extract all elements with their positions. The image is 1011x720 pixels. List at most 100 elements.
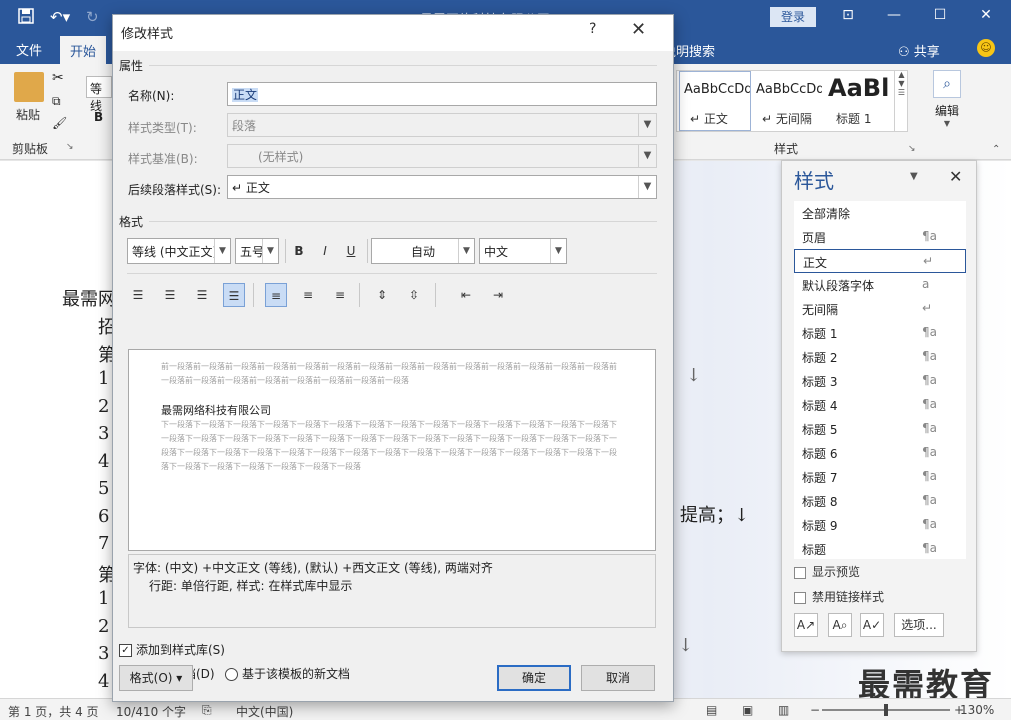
- ribbon-display-icon[interactable]: ⊡: [838, 7, 858, 23]
- help-icon[interactable]: ?: [589, 21, 596, 37]
- tab-file[interactable]: 文件: [16, 40, 42, 59]
- smiley-feedback-icon[interactable]: ☺: [977, 39, 995, 57]
- doc-line-start: 6: [98, 505, 110, 527]
- clipboard-launcher-icon[interactable]: ↘: [66, 142, 74, 152]
- divider: [359, 283, 360, 307]
- font-name-box[interactable]: 等线: [86, 76, 112, 113]
- gallery-style-no-spacing[interactable]: AaBbCcDd ↵ 无间隔: [751, 71, 823, 131]
- based-on-value: (无样式): [258, 150, 304, 164]
- align-center-icon[interactable]: ☰: [159, 283, 181, 307]
- zoom-level[interactable]: 130%: [960, 703, 994, 717]
- copy-icon[interactable]: ⧉: [52, 94, 61, 109]
- style-list-item[interactable]: 标题 5 ¶a: [794, 417, 966, 441]
- bold-button[interactable]: B: [288, 239, 310, 263]
- ok-button[interactable]: 确定: [497, 665, 571, 691]
- edit-group[interactable]: ⌕ 编辑 ▼: [924, 70, 970, 140]
- manage-styles-icon[interactable]: A✓: [860, 613, 884, 637]
- new-docs-template-radio[interactable]: 基于该模板的新文档: [225, 665, 350, 682]
- style-list-item[interactable]: 页眉 ¶a: [794, 225, 966, 249]
- style-list-item[interactable]: 标题 8 ¶a: [794, 489, 966, 513]
- chevron-down-icon[interactable]: ▼: [910, 171, 918, 182]
- gallery-scroll[interactable]: ▲ ▼ ☰: [894, 70, 908, 132]
- align-left-icon[interactable]: ☰: [127, 283, 149, 307]
- styles-launcher-icon[interactable]: ↘: [908, 144, 916, 154]
- paste-icon[interactable]: [14, 72, 44, 102]
- page-count[interactable]: 第 1 页，共 4 页: [8, 703, 99, 720]
- style-list-item[interactable]: 标题 2 ¶a: [794, 345, 966, 369]
- maximize-icon[interactable]: ☐: [930, 7, 950, 23]
- script-select[interactable]: 中文 ▼: [479, 238, 567, 264]
- language-status[interactable]: 中文(中国): [236, 703, 293, 720]
- ribbon-bold-button[interactable]: B: [94, 110, 103, 124]
- zoom-slider-thumb[interactable]: [884, 704, 888, 716]
- web-layout-icon[interactable]: ▥: [778, 703, 789, 717]
- decrease-indent-icon[interactable]: ⇤: [455, 283, 477, 307]
- format-painter-icon[interactable]: 🖌: [52, 116, 67, 130]
- close-window-icon[interactable]: ✕: [976, 7, 996, 23]
- style-list-item[interactable]: 标题 7 ¶a: [794, 465, 966, 489]
- style-list-item[interactable]: 标题 3 ¶a: [794, 369, 966, 393]
- new-style-icon[interactable]: A↗: [794, 613, 818, 637]
- paste-label[interactable]: 粘贴: [16, 106, 40, 123]
- save-icon[interactable]: [18, 8, 34, 28]
- collapse-ribbon-icon[interactable]: ⌃: [992, 144, 1000, 155]
- style-item-name: 标题 7: [802, 471, 838, 485]
- style-preview: 前一段落前一段落前一段落前一段落前一段落前一段落前一段落前一段落前一段落前一段落…: [128, 349, 656, 551]
- underline-button[interactable]: U: [340, 239, 362, 263]
- next-style-select[interactable]: ↵ 正文 ▼: [227, 175, 657, 199]
- name-input[interactable]: 正文: [227, 82, 657, 106]
- minimize-icon[interactable]: —: [884, 7, 904, 23]
- close-icon[interactable]: ✕: [949, 167, 962, 186]
- single-spacing-icon[interactable]: ≡: [265, 283, 287, 307]
- style-list-item[interactable]: 全部清除: [794, 201, 966, 225]
- one-half-spacing-icon[interactable]: ≡: [297, 283, 319, 307]
- increase-spacing-icon[interactable]: ⇕: [371, 283, 393, 307]
- format-menu-button[interactable]: 格式(O) ▾: [119, 665, 193, 691]
- show-preview-label: 显示预览: [812, 565, 861, 579]
- style-list-item[interactable]: 正文 ↵: [794, 249, 966, 273]
- style-inspector-icon[interactable]: A⌕: [828, 613, 852, 637]
- style-list-item[interactable]: 默认段落字体 a: [794, 273, 966, 297]
- share-button[interactable]: ⚇ 共享: [898, 41, 940, 60]
- redo-icon[interactable]: ↻: [86, 8, 99, 26]
- tab-home[interactable]: 开始: [60, 36, 107, 64]
- close-icon[interactable]: ✕: [631, 19, 646, 40]
- styles-list: 全部清除 页眉 ¶a 正文 ↵ 默认段落字体 a 无间隔 ↵ 标题 1 ¶a 标题 2 ¶a 标题 3 ¶a…: [794, 201, 966, 559]
- font-color-select[interactable]: 自动 ▼: [371, 238, 475, 264]
- disable-linked-checkbox[interactable]: 禁用链接样式: [794, 588, 884, 605]
- style-type-select[interactable]: 段落 ▼: [227, 113, 657, 137]
- options-button[interactable]: 选项...: [894, 613, 944, 637]
- style-list-item[interactable]: 标题 4 ¶a: [794, 393, 966, 417]
- font-name-select[interactable]: 等线 (中文正文) ▼: [127, 238, 231, 264]
- proofing-icon[interactable]: ⎘: [202, 703, 212, 718]
- description-line-2: 行距: 单倍行距, 样式: 在样式库中显示: [149, 579, 353, 593]
- print-layout-icon[interactable]: ▣: [742, 703, 753, 717]
- name-label: 名称(N):: [128, 89, 175, 103]
- style-list-item[interactable]: 标题 ¶a: [794, 537, 966, 559]
- add-to-gallery-checkbox[interactable]: ✓ 添加到样式库(S): [119, 641, 225, 658]
- font-size-select[interactable]: 五号 ▼: [235, 238, 279, 264]
- style-list-item[interactable]: 无间隔 ↵: [794, 297, 966, 321]
- increase-indent-icon[interactable]: ⇥: [487, 283, 509, 307]
- style-list-item[interactable]: 标题 6 ¶a: [794, 441, 966, 465]
- decrease-spacing-icon[interactable]: ⇳: [403, 283, 425, 307]
- style-list-item[interactable]: 标题 1 ¶a: [794, 321, 966, 345]
- italic-button[interactable]: I: [314, 239, 336, 263]
- style-list-item[interactable]: 标题 9 ¶a: [794, 513, 966, 537]
- cut-icon[interactable]: ✂: [52, 70, 64, 86]
- read-mode-icon[interactable]: ▤: [706, 703, 717, 717]
- word-count[interactable]: 10/410 个字: [116, 703, 186, 720]
- based-on-select[interactable]: (无样式) ▼: [227, 144, 657, 168]
- zoom-out-icon[interactable]: −: [810, 703, 820, 717]
- double-spacing-icon[interactable]: ≡: [329, 283, 351, 307]
- check-icon: ✓: [119, 644, 132, 657]
- show-preview-checkbox[interactable]: 显示预览: [794, 563, 860, 580]
- align-right-icon[interactable]: ☰: [191, 283, 213, 307]
- undo-icon[interactable]: ↶▾: [50, 8, 70, 26]
- style-type-icon: ¶a: [922, 349, 937, 363]
- gallery-style-heading-1[interactable]: AaBl 标题 1: [823, 71, 895, 131]
- justify-icon[interactable]: ☰: [223, 283, 245, 307]
- login-button[interactable]: 登录: [770, 7, 816, 27]
- cancel-button[interactable]: 取消: [581, 665, 655, 691]
- gallery-style-normal[interactable]: AaBbCcDd ↵ 正文: [679, 71, 751, 131]
